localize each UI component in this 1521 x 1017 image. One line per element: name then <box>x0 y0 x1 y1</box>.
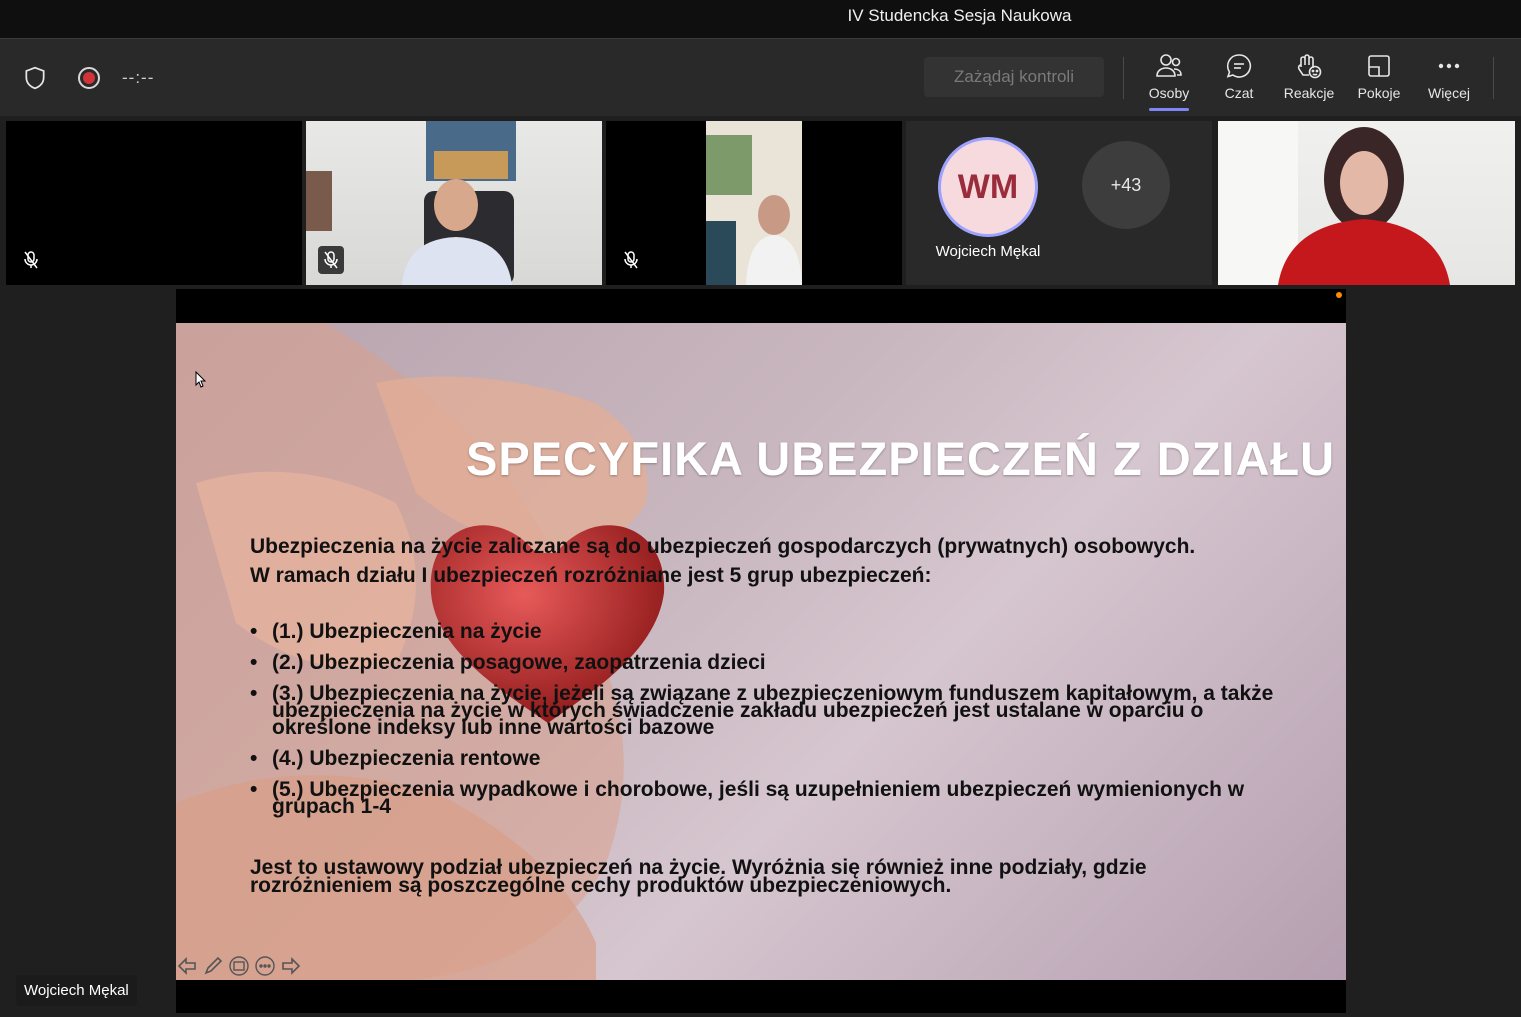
mic-off-icon <box>618 246 644 274</box>
slide-bullet: (5.) Ubezpieczenia wypadkowe i chorobowe… <box>250 778 1280 817</box>
slide-bullet: (4.) Ubezpieczenia rentowe <box>250 747 1280 769</box>
slide-body: Ubezpieczenia na życie zaliczane są do u… <box>250 532 1280 897</box>
participant-strip: WM Wojciech Mękal +43 <box>6 121 1515 285</box>
rooms-icon <box>1368 55 1390 77</box>
mouse-cursor-icon <box>195 371 207 388</box>
mic-off-icon <box>318 246 344 274</box>
meeting-title: IV Studencka Sesja Naukowa <box>847 6 1072 25</box>
reactions-icon <box>1297 54 1322 79</box>
chat-label: Czat <box>1224 85 1254 101</box>
mic-off-icon <box>18 246 44 274</box>
slide-navigation <box>176 955 302 979</box>
slide-title: SPECYFIKA UBEZPIECZEŃ Z DZIAŁU I <box>466 432 1346 485</box>
meeting-timer: --:-- <box>122 68 155 87</box>
rooms-button[interactable]: Pokoje <box>1347 49 1411 101</box>
request-control-button[interactable]: Zażądaj kontroli <box>924 57 1104 97</box>
toolbar-divider <box>1493 57 1494 99</box>
people-label: Osoby <box>1148 85 1190 101</box>
chat-icon <box>1226 54 1252 78</box>
presentation-slide: SPECYFIKA UBEZPIECZEŃ Z DZIAŁU I Ubezpie… <box>176 323 1346 980</box>
active-tab-indicator <box>1149 108 1189 111</box>
reactions-button[interactable]: Reakcje <box>1277 49 1341 101</box>
more-button[interactable]: Więcej <box>1417 49 1481 101</box>
slide-intro-line: W ramach działu I ubezpieczeń rozróżnian… <box>250 564 932 587</box>
participant-name: Wojciech Mękal <box>935 243 1041 260</box>
slide-footer-text: Jest to ustawowy podział ubezpieczeń na … <box>250 856 1147 897</box>
slide-bullet: (2.) Ubezpieczenia posagowe, zaopatrzeni… <box>250 651 1280 673</box>
participant-video-tile[interactable] <box>306 121 602 285</box>
next-slide-icon[interactable] <box>280 955 302 977</box>
reactions-label: Reakcje <box>1283 85 1335 101</box>
participant-video-tile[interactable] <box>606 121 902 285</box>
participant-tile[interactable] <box>6 121 302 285</box>
options-icon[interactable] <box>254 955 276 977</box>
toolbar-divider <box>1123 57 1124 99</box>
participant-video <box>1218 121 1450 285</box>
participant-video-tile[interactable] <box>1218 121 1515 285</box>
slides-overview-icon[interactable] <box>228 955 250 977</box>
pen-icon[interactable] <box>202 955 224 977</box>
chat-button[interactable]: Czat <box>1207 49 1271 101</box>
people-icon <box>1156 54 1182 77</box>
title-bar: IV Studencka Sesja Naukowa <box>0 0 1521 38</box>
shared-screen: SPECYFIKA UBEZPIECZEŃ Z DZIAŁU I Ubezpie… <box>176 289 1346 1013</box>
slide-bullet: (3.) Ubezpieczenia na życie, jeżeli są z… <box>250 682 1280 738</box>
participant-avatar-tile[interactable]: WM Wojciech Mękal <box>936 137 1040 260</box>
meeting-toolbar: --:-- Zażądaj kontroli Osoby Czat Reakcj… <box>0 38 1521 116</box>
participant-video <box>306 121 516 285</box>
previous-slide-icon[interactable] <box>176 955 198 977</box>
people-button[interactable]: Osoby <box>1137 49 1201 111</box>
slide-intro-line: Ubezpieczenia na życie zaliczane są do u… <box>250 535 1196 558</box>
slide-bullet-list: (1.) Ubezpieczenia na życie (2.) Ubezpie… <box>250 620 1280 817</box>
recording-icon <box>78 67 100 89</box>
more-participants-button[interactable]: +43 <box>1082 141 1170 229</box>
status-indicator <box>1336 292 1342 298</box>
rooms-label: Pokoje <box>1357 85 1401 101</box>
slide-bullet: (1.) Ubezpieczenia na życie <box>250 620 1280 642</box>
shield-icon[interactable] <box>22 65 48 91</box>
participant-video <box>706 121 802 285</box>
avatar: WM <box>938 137 1038 237</box>
more-label: Więcej <box>1427 85 1470 101</box>
more-icon <box>1438 63 1460 69</box>
presenter-name-label: Wojciech Mękal <box>16 975 137 1006</box>
